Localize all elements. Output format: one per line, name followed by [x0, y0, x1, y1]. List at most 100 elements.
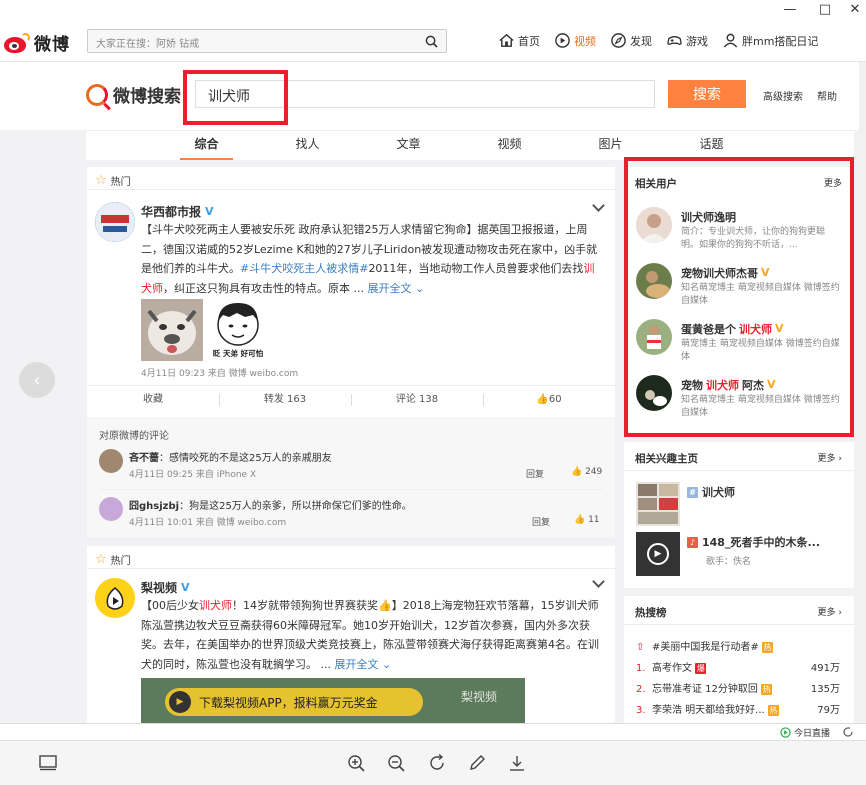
chevron-down-icon[interactable]: ⌄ [378, 658, 391, 671]
like-button[interactable]: 👍60 [483, 385, 615, 415]
comment-like-button[interactable]: 👍 249 [571, 467, 602, 477]
nav-games[interactable]: 游戏 [666, 32, 708, 49]
nav-home-label: 首页 [518, 34, 540, 48]
author-name[interactable]: 梨视频 V [141, 579, 193, 596]
comment-button[interactable]: 评论 138 [351, 385, 483, 415]
close-button[interactable]: ✕ [840, 0, 866, 18]
gamepad-icon [667, 36, 682, 45]
music-thumbnail[interactable]: ▶ [636, 532, 680, 576]
post-text: 【00后少女训犬师！14岁就带领狗狗世界赛获奖👍】2018上海宠物狂欢节落幕，1… [141, 599, 599, 671]
author-avatar[interactable] [95, 202, 135, 242]
interest-item[interactable]: ♪ 148_死者手中的木条... [687, 534, 820, 550]
status-bar: 今日直播 [0, 723, 866, 740]
tab-articles[interactable]: 文章 [358, 131, 459, 160]
thumbs-up-icon: 👍 [536, 394, 549, 405]
hot-search-title: 热搜榜 [635, 607, 667, 619]
hot-search-item[interactable]: ⇧ #美丽中国我是行动者# 热 [636, 638, 846, 653]
layout-icon[interactable] [38, 753, 58, 773]
boom-badge: 爆 [695, 662, 707, 674]
hashtag-link[interactable]: #斗牛犬咬死主人被求情# [240, 262, 368, 275]
interest-more[interactable]: 更多 › [818, 451, 842, 464]
star-icon: ☆ [95, 173, 107, 188]
post-image-sticker[interactable]: 眨 天弟 好可怕 [207, 299, 269, 361]
download-banner[interactable]: ▶ 下载梨视频APP，报料赢万元奖金 [165, 688, 423, 716]
bottom-toolbar [0, 740, 866, 785]
comment-meta: 4月11日 10:01 来自 微博 weibo.com [129, 518, 287, 528]
post-card: ☆ 热门 华西都市报 V 【斗牛犬咬死两主人要被安乐死 政府承认犯错25万人求情留它… [87, 167, 615, 537]
comment-like-button[interactable]: 👍 11 [574, 515, 600, 525]
rotate-icon[interactable] [427, 753, 447, 773]
search-button[interactable]: 搜索 [668, 80, 746, 108]
favorite-button[interactable]: 收藏 [87, 385, 219, 415]
hot-badge: 热 [761, 683, 773, 695]
post-image-bulldog[interactable] [141, 299, 203, 361]
author-name[interactable]: 华西都市报 V [141, 203, 217, 220]
expand-link[interactable]: 展开全文 [334, 658, 378, 671]
interest-item[interactable]: # 训犬师 [687, 484, 735, 500]
nav-search-input[interactable]: 大家正在搜：阿娇 钻戒 [87, 29, 447, 53]
trend-up-icon: ⇧ [636, 642, 645, 653]
previous-arrow-button[interactable]: ‹ [19, 362, 55, 398]
hot-label: ☆ 热门 [95, 552, 131, 567]
home-icon [499, 33, 514, 47]
hot-search-more[interactable]: 更多 › [818, 605, 842, 618]
tab-general[interactable]: 综合 [156, 131, 257, 160]
comment-meta: 4月11日 09:25 来自 iPhone X [129, 470, 257, 480]
search-icon[interactable] [425, 35, 438, 48]
nav-discover[interactable]: 发现 [610, 32, 652, 49]
refresh-icon[interactable] [842, 726, 854, 738]
commenter-avatar[interactable] [99, 449, 123, 473]
sticker-caption: 眨 天弟 好可怕 [212, 349, 264, 358]
hot-search-item[interactable]: 3. 李荣浩 明天都给我好好... 热 79万 [636, 701, 846, 716]
advanced-search-link[interactable]: 高级搜索 [763, 88, 803, 103]
chevron-down-icon[interactable] [592, 199, 605, 212]
tab-people[interactable]: 找人 [257, 131, 358, 160]
search-tabs: 综合 找人 文章 视频 图片 话题 [86, 130, 854, 160]
hot-search-item[interactable]: 1. 高考作文 爆 491万 [636, 659, 846, 674]
zoom-in-icon[interactable] [346, 753, 366, 773]
reply-button[interactable]: 回复 [526, 467, 544, 480]
star-icon: ☆ [95, 552, 107, 567]
search-header: 微博搜索 训犬师 搜索 高级搜索 帮助 [0, 62, 866, 130]
expand-link[interactable]: 展开全文 [367, 282, 411, 295]
post-text: 【斗牛犬咬死两主人要被安乐死 政府承认犯错25万人求情留它狗命】据英国卫报报道，… [141, 223, 598, 295]
interest-pages-card: 相关兴趣主页 更多 › # 训犬师 ▶ ♪ 148_死者手中的木条... 歌手：佚名 [624, 442, 854, 588]
comments-section: 对原微博的评论 吝不蔷：感情咬死的不是这25万人的亲戚朋友 4月11日 09:2… [87, 417, 615, 537]
hot-badge: 热 [767, 704, 779, 716]
search-logo-icon [86, 83, 108, 106]
nav-video[interactable]: 视频 [554, 32, 596, 49]
page-scrollbar[interactable] [859, 62, 866, 722]
bulldog-image [141, 299, 203, 361]
maximize-button[interactable]: □ [810, 0, 840, 18]
compass-icon [611, 33, 626, 48]
interest-thumbnail[interactable] [636, 482, 680, 526]
nav-home[interactable]: 首页 [498, 32, 540, 49]
hot-label: ☆ 热门 [95, 173, 131, 188]
music-icon: ♪ [687, 536, 698, 548]
nav-discover-label: 发现 [630, 34, 652, 48]
reply-button[interactable]: 回复 [532, 515, 550, 528]
pen-icon[interactable] [467, 753, 487, 773]
commenter-avatar[interactable] [99, 497, 123, 521]
live-link[interactable]: 今日直播 [780, 726, 830, 739]
chevron-down-icon[interactable]: ⌄ [411, 282, 424, 295]
download-icon[interactable] [507, 753, 527, 773]
hot-search-item[interactable]: 2. 忘带准考证 12分钟取回 热 135万 [636, 680, 846, 695]
repost-button[interactable]: 转发 163 [219, 385, 351, 415]
weibo-search-logo[interactable]: 微博搜索 [86, 82, 181, 107]
chevron-down-icon[interactable] [592, 575, 605, 588]
tab-topics[interactable]: 话题 [661, 131, 762, 160]
weibo-logo[interactable]: 微博 [4, 30, 70, 55]
top-navigation: 微博 大家正在搜：阿娇 钻戒 首页 视频 发现 游戏 胖mm搭配日记 [0, 18, 866, 62]
hashtag-icon: # [687, 486, 698, 498]
nav-profile[interactable]: 胖mm搭配日记 [722, 32, 818, 49]
author-avatar[interactable] [95, 578, 135, 618]
tab-images[interactable]: 图片 [560, 131, 661, 160]
tab-videos[interactable]: 视频 [459, 131, 560, 160]
video-thumbnail[interactable]: ▶ 下载梨视频APP，报料赢万元奖金 梨视频 [141, 678, 525, 723]
video-icon [555, 33, 570, 48]
help-link[interactable]: 帮助 [817, 88, 837, 103]
minimize-button[interactable]: — [775, 0, 805, 18]
zoom-out-icon[interactable] [386, 753, 406, 773]
pear-video-logo-icon [95, 578, 135, 618]
